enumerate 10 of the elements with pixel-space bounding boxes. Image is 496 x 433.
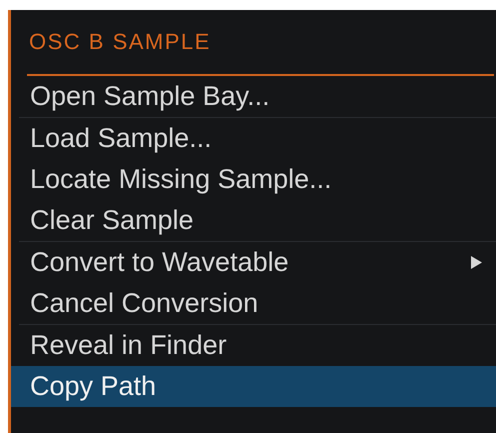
menu-item[interactable]: Cancel Conversion: [11, 283, 496, 324]
menu-item[interactable]: Load Sample...: [11, 118, 496, 159]
submenu-arrow-icon: [471, 256, 482, 269]
menu-item[interactable]: Locate Missing Sample...: [11, 159, 496, 200]
menu-item[interactable]: Convert to Wavetable: [11, 242, 496, 283]
menu-item[interactable]: Open Sample Bay...: [11, 76, 496, 117]
menu-item[interactable]: Copy Path: [11, 366, 496, 407]
menu-item[interactable]: Clear Sample: [11, 200, 496, 241]
menu-header: OSC B SAMPLE: [28, 28, 212, 56]
menu-item[interactable]: Reveal in Finder: [11, 325, 496, 366]
